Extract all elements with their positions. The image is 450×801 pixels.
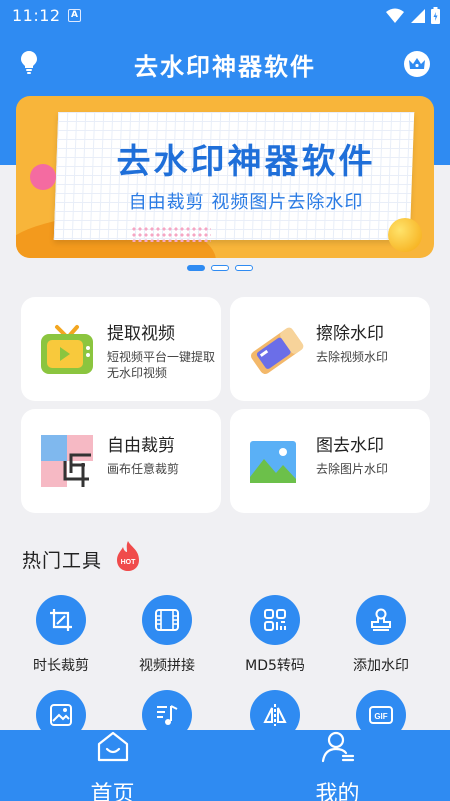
app-header: 去水印神器软件 bbox=[0, 33, 450, 93]
nav-mine[interactable]: 我的 bbox=[225, 730, 450, 801]
landscape-image-icon bbox=[250, 441, 296, 483]
tool-video-merge[interactable]: 视频拼接 bbox=[117, 595, 217, 675]
stamp-icon bbox=[371, 608, 391, 631]
card-desc: 短视频平台一键提取无水印视频 bbox=[107, 350, 216, 380]
gif-icon: GIF bbox=[369, 706, 393, 724]
card-desc: 去除图片水印 bbox=[316, 462, 389, 476]
tool-icon-circle bbox=[142, 595, 192, 645]
eraser-icon bbox=[251, 327, 304, 375]
tool-label: 时长裁剪 bbox=[33, 658, 89, 674]
pager-dot[interactable] bbox=[235, 265, 253, 271]
card-title: 提取视频 bbox=[107, 324, 175, 344]
crop-icon bbox=[50, 609, 72, 631]
pager-dot-active[interactable] bbox=[187, 265, 205, 271]
svg-text:GIF: GIF bbox=[374, 712, 387, 721]
tool-duration-crop[interactable]: 时长裁剪 bbox=[11, 595, 111, 675]
banner-ball-pink bbox=[30, 164, 56, 190]
nav-home[interactable]: 首页 bbox=[0, 730, 225, 801]
status-bar: 11:12 A bbox=[0, 0, 450, 33]
card-desc: 画布任意裁剪 bbox=[107, 462, 180, 476]
tool-add-watermark[interactable]: 添加水印 bbox=[331, 595, 431, 675]
tool-icon-circle bbox=[356, 595, 406, 645]
tool-label: 添加水印 bbox=[353, 658, 409, 674]
hot-tools-title: 热门工具 bbox=[22, 550, 103, 572]
tool-icon-circle bbox=[250, 595, 300, 645]
tv-play-icon bbox=[41, 325, 93, 374]
profile-icon bbox=[321, 731, 355, 763]
home-icon bbox=[97, 731, 129, 762]
image-icon bbox=[50, 704, 72, 726]
card-title: 擦除水印 bbox=[316, 324, 384, 344]
page-title: 去水印神器软件 bbox=[134, 53, 316, 81]
status-time: 11:12 bbox=[12, 6, 61, 25]
banner-pager bbox=[187, 265, 253, 271]
card-extract-video[interactable]: 提取视频 短视频平台一键提取无水印视频 bbox=[21, 297, 221, 401]
tool-md5-transcode[interactable]: MD5转码 bbox=[225, 595, 325, 675]
wifi-icon bbox=[386, 8, 404, 23]
pager-dot[interactable] bbox=[211, 265, 229, 271]
bottom-nav: 首页 我的 bbox=[0, 730, 450, 801]
status-icons bbox=[386, 7, 440, 24]
vip-button[interactable] bbox=[404, 51, 430, 77]
signal-icon bbox=[411, 8, 425, 23]
tool-label: 视频拼接 bbox=[139, 658, 195, 674]
mirror-icon bbox=[263, 704, 287, 726]
battery-icon bbox=[431, 7, 440, 24]
card-erase-watermark[interactable]: 擦除水印 去除视频水印 bbox=[230, 297, 430, 401]
hot-fire-icon: HOT bbox=[117, 541, 139, 571]
tool-icon-circle bbox=[36, 595, 86, 645]
music-icon bbox=[157, 705, 178, 725]
crown-icon bbox=[409, 58, 425, 69]
film-icon bbox=[155, 609, 179, 631]
card-free-crop[interactable]: 自由裁剪 画布任意裁剪 bbox=[21, 409, 221, 513]
card-desc: 去除视频水印 bbox=[316, 350, 389, 364]
banner-ball-yellow bbox=[388, 218, 422, 252]
banner-subtitle: 自由裁剪 视频图片去除水印 bbox=[128, 192, 364, 213]
nav-mine-label: 我的 bbox=[315, 782, 360, 801]
promo-banner[interactable]: 去水印神器软件 自由裁剪 视频图片去除水印 bbox=[16, 96, 434, 258]
card-title: 自由裁剪 bbox=[107, 436, 175, 456]
banner-title: 去水印神器软件 bbox=[116, 142, 376, 182]
scan-icon bbox=[264, 609, 286, 631]
card-title: 图去水印 bbox=[316, 436, 384, 456]
notification-icon: A bbox=[68, 9, 81, 22]
hot-badge: HOT bbox=[121, 559, 137, 566]
tool-label: MD5转码 bbox=[245, 658, 305, 674]
banner-dots bbox=[131, 226, 211, 242]
nav-home-label: 首页 bbox=[90, 782, 135, 801]
card-image-watermark[interactable]: 图去水印 去除图片水印 bbox=[230, 409, 430, 513]
crop-canvas-icon bbox=[41, 435, 93, 487]
